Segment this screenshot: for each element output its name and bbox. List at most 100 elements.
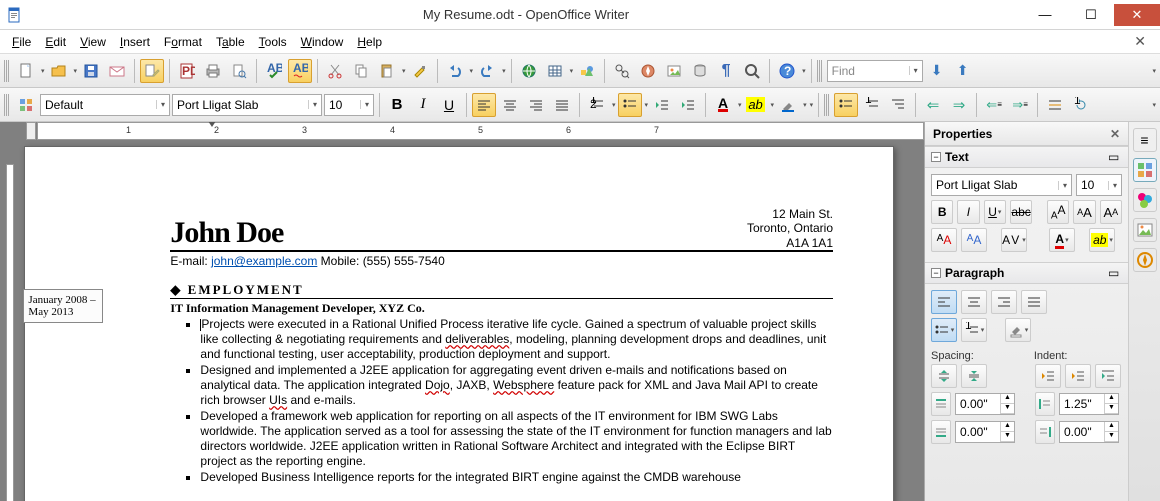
print-preview-button[interactable] [227, 59, 251, 83]
sidebar-spacing-button[interactable]: AV▾ [1001, 228, 1027, 252]
more-options-icon[interactable]: ▭ [1108, 266, 1122, 280]
close-button[interactable]: ✕ [1114, 4, 1160, 26]
gallery-button[interactable] [662, 59, 686, 83]
maximize-button[interactable]: ☐ [1068, 4, 1114, 26]
auto-spellcheck-button[interactable]: ABC [288, 59, 312, 83]
find-next-button[interactable]: ⬇ [925, 59, 949, 83]
navigator-button[interactable] [636, 59, 660, 83]
font-name-combo[interactable]: Port Lligat Slab▾ [172, 94, 322, 116]
help-button[interactable]: ? [775, 59, 799, 83]
document-page[interactable]: January 2008 – May 2013 John Doe 12 Main… [24, 146, 894, 501]
underline-button[interactable]: U [437, 93, 461, 117]
increase-indent-button[interactable] [676, 93, 700, 117]
properties-deck-icon[interactable] [1133, 158, 1157, 182]
nonprinting-button[interactable]: ¶ [714, 59, 738, 83]
background-color-button[interactable] [776, 93, 800, 117]
sidebar-fontcolor-button[interactable]: A▾ [1049, 228, 1075, 252]
sidebar-menu-icon[interactable]: ≡ [1133, 128, 1157, 152]
menu-table[interactable]: Table [210, 33, 251, 51]
sidebar-bullets-button[interactable]: ▾ [931, 318, 957, 342]
sidebar-highlight-button[interactable]: ab▾ [1089, 228, 1115, 252]
sidebar-bgcolor-button[interactable]: ▾ [1005, 318, 1031, 342]
edit-doc-button[interactable] [140, 59, 164, 83]
hyperlink-button[interactable] [517, 59, 541, 83]
minimize-button[interactable]: — [1022, 4, 1068, 26]
open-button[interactable] [47, 59, 71, 83]
styles-window-button[interactable] [14, 93, 38, 117]
group-paragraph[interactable]: −Paragraph▭ [925, 262, 1128, 284]
sidebar-numbering-button[interactable]: 1▾ [961, 318, 987, 342]
menu-close-doc-icon[interactable]: ✕ [1126, 33, 1154, 50]
indent-left-input[interactable]: ▲▼ [1059, 393, 1119, 415]
datasources-button[interactable] [688, 59, 712, 83]
navigator-deck-icon[interactable] [1133, 248, 1157, 272]
sidebar-subscript-button[interactable]: AA [931, 228, 957, 252]
menu-window[interactable]: Window [295, 33, 350, 51]
bold-button[interactable]: B [385, 93, 409, 117]
save-button[interactable] [79, 59, 103, 83]
font-color-button[interactable]: A [711, 93, 735, 117]
inc-spacing-button[interactable] [931, 364, 957, 388]
spellcheck-button[interactable]: ABC [262, 59, 286, 83]
sidebar-size-combo[interactable]: 10▾ [1076, 174, 1122, 196]
gallery-deck-icon[interactable] [1133, 218, 1157, 242]
sidebar-italic-button[interactable]: I [957, 200, 979, 224]
align-left-button[interactable] [472, 93, 496, 117]
find-replace-button[interactable] [610, 59, 634, 83]
sidebar-superscript-button[interactable]: AA [1047, 200, 1069, 224]
mail-button[interactable] [105, 59, 129, 83]
sidebar-shadow-button[interactable]: AA [961, 228, 987, 252]
inc-indent-button[interactable] [1035, 364, 1061, 388]
toolbar-grip[interactable] [824, 94, 830, 116]
numbering-button-2[interactable]: 1 [860, 93, 884, 117]
styles-deck-icon[interactable] [1133, 188, 1157, 212]
menu-view[interactable]: View [74, 33, 112, 51]
paragraph-style-combo[interactable]: Default▾ [40, 94, 170, 116]
menu-file[interactable]: File [6, 33, 37, 51]
toolbar-grip[interactable] [4, 60, 10, 82]
demote-button[interactable]: ⇒ [947, 93, 971, 117]
menu-help[interactable]: Help [351, 33, 388, 51]
find-prev-button[interactable]: ⬆ [951, 59, 975, 83]
horizontal-ruler[interactable]: 1 2 3 4 5 6 7 [37, 122, 924, 140]
zoom-button[interactable] [740, 59, 764, 83]
align-right-button[interactable] [524, 93, 548, 117]
export-pdf-button[interactable]: PDF [175, 59, 199, 83]
more-options-icon[interactable]: ▭ [1108, 150, 1122, 164]
align-center-button[interactable] [498, 93, 522, 117]
toolbar-grip[interactable] [4, 94, 10, 116]
cut-button[interactable] [323, 59, 347, 83]
group-text[interactable]: −Text▭ [925, 146, 1128, 168]
promote-sub-button[interactable]: ⇐≡ [982, 93, 1006, 117]
indent-right-input[interactable]: ▲▼ [1059, 421, 1119, 443]
sidebar-align-left-button[interactable] [931, 290, 957, 314]
sidebar-close-icon[interactable]: ✕ [1110, 127, 1120, 141]
menu-tools[interactable]: Tools [253, 33, 293, 51]
outline-button[interactable] [886, 93, 910, 117]
undo-button[interactable] [443, 59, 467, 83]
sidebar-shrink-button[interactable]: AA [1100, 200, 1122, 224]
highlight-button[interactable]: ab [744, 93, 768, 117]
spacing-below-input[interactable]: ▲▼ [955, 421, 1015, 443]
sidebar-grow-button[interactable]: AA [1073, 200, 1095, 224]
format-paintbrush-button[interactable] [408, 59, 432, 83]
promote-button[interactable]: ⇐ [921, 93, 945, 117]
spacing-above-input[interactable]: ▲▼ [955, 393, 1015, 415]
find-combo[interactable]: Find▾ [827, 60, 923, 82]
sidebar-bold-button[interactable]: B [931, 200, 953, 224]
hanging-indent-button[interactable] [1095, 364, 1121, 388]
font-size-combo[interactable]: 10▾ [324, 94, 374, 116]
bullets-button-2[interactable] [834, 93, 858, 117]
dec-spacing-button[interactable] [961, 364, 987, 388]
demote-sub-button[interactable]: ⇒≡ [1008, 93, 1032, 117]
sidebar-justify-button[interactable] [1021, 290, 1047, 314]
decrease-indent-button[interactable] [650, 93, 674, 117]
menu-edit[interactable]: Edit [39, 33, 72, 51]
restart-numbering-button[interactable]: 1 [1069, 93, 1093, 117]
menu-format[interactable]: Format [158, 33, 208, 51]
copy-button[interactable] [349, 59, 373, 83]
print-button[interactable] [201, 59, 225, 83]
sidebar-underline-button[interactable]: U▾ [984, 200, 1006, 224]
table-button[interactable] [543, 59, 567, 83]
new-button[interactable] [14, 59, 38, 83]
